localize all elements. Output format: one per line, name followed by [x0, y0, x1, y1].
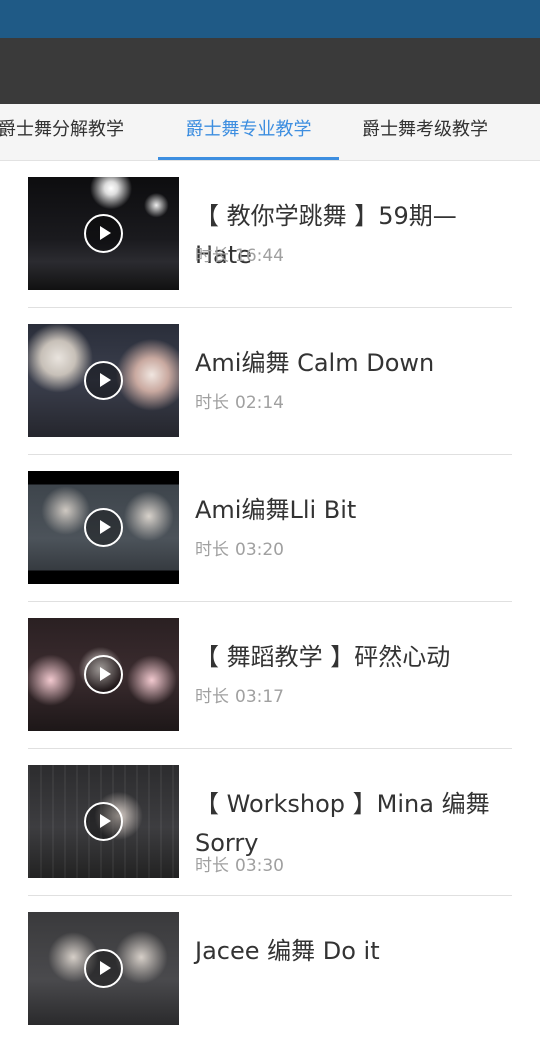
- tab-jazz-professional[interactable]: 爵士舞专业教学: [158, 104, 339, 160]
- video-thumbnail[interactable]: [28, 765, 179, 878]
- video-title[interactable]: Ami编舞Lli Bit: [195, 491, 510, 530]
- video-title[interactable]: Ami编舞 Calm Down: [195, 344, 510, 383]
- list-item[interactable]: Ami编舞 Calm Down 时长 02:14: [28, 308, 512, 455]
- video-thumbnail[interactable]: [28, 912, 179, 1025]
- video-duration: 时长 03:20: [195, 535, 284, 560]
- video-title[interactable]: 【 舞蹈教学 】砰然心动: [195, 638, 510, 677]
- tab-jazz-breakdown[interactable]: 爵士舞分解教学: [0, 104, 124, 160]
- category-tabs: 爵士舞分解教学 爵士舞专业教学 爵士舞考级教学: [0, 104, 540, 161]
- video-duration: 时长 03:17: [195, 682, 284, 707]
- list-item[interactable]: Ami编舞Lli Bit 时长 03:20: [28, 455, 512, 602]
- duration-label: 时长: [195, 246, 229, 266]
- video-thumbnail[interactable]: [28, 471, 179, 584]
- duration-value: 03:17: [235, 687, 284, 707]
- tab-jazz-exam[interactable]: 爵士舞考级教学: [362, 104, 488, 160]
- video-duration: 时长 02:14: [195, 388, 284, 413]
- play-circle-icon[interactable]: [84, 508, 123, 547]
- active-tab-indicator: [158, 157, 339, 160]
- video-thumbnail[interactable]: [28, 618, 179, 731]
- play-circle-icon[interactable]: [84, 802, 123, 841]
- list-item[interactable]: 【 Workshop 】Mina 编舞 Sorry 时长 03:30: [28, 749, 512, 896]
- duration-label: 时长: [195, 393, 229, 413]
- play-circle-icon[interactable]: [84, 655, 123, 694]
- duration-value: 03:30: [235, 856, 284, 876]
- list-item[interactable]: 【 教你学跳舞 】59期—Hate 时长 16:44: [28, 161, 512, 308]
- play-circle-icon[interactable]: [84, 361, 123, 400]
- list-item[interactable]: Jacee 编舞 Do it: [28, 896, 512, 1042]
- duration-value: 03:20: [235, 540, 284, 560]
- duration-label: 时长: [195, 687, 229, 707]
- video-duration: 时长 03:30: [195, 851, 284, 876]
- video-thumbnail[interactable]: [28, 324, 179, 437]
- title-bar: [0, 38, 540, 104]
- play-circle-icon[interactable]: [84, 949, 123, 988]
- play-circle-icon[interactable]: [84, 214, 123, 253]
- duration-value: 02:14: [235, 393, 284, 413]
- status-bar: [0, 0, 540, 38]
- duration-label: 时长: [195, 856, 229, 876]
- list-item[interactable]: 【 舞蹈教学 】砰然心动 时长 03:17: [28, 602, 512, 749]
- duration-value: 16:44: [235, 246, 284, 266]
- video-thumbnail[interactable]: [28, 177, 179, 290]
- duration-label: 时长: [195, 540, 229, 560]
- video-title[interactable]: Jacee 编舞 Do it: [195, 932, 510, 971]
- video-duration: 时长 16:44: [195, 241, 284, 266]
